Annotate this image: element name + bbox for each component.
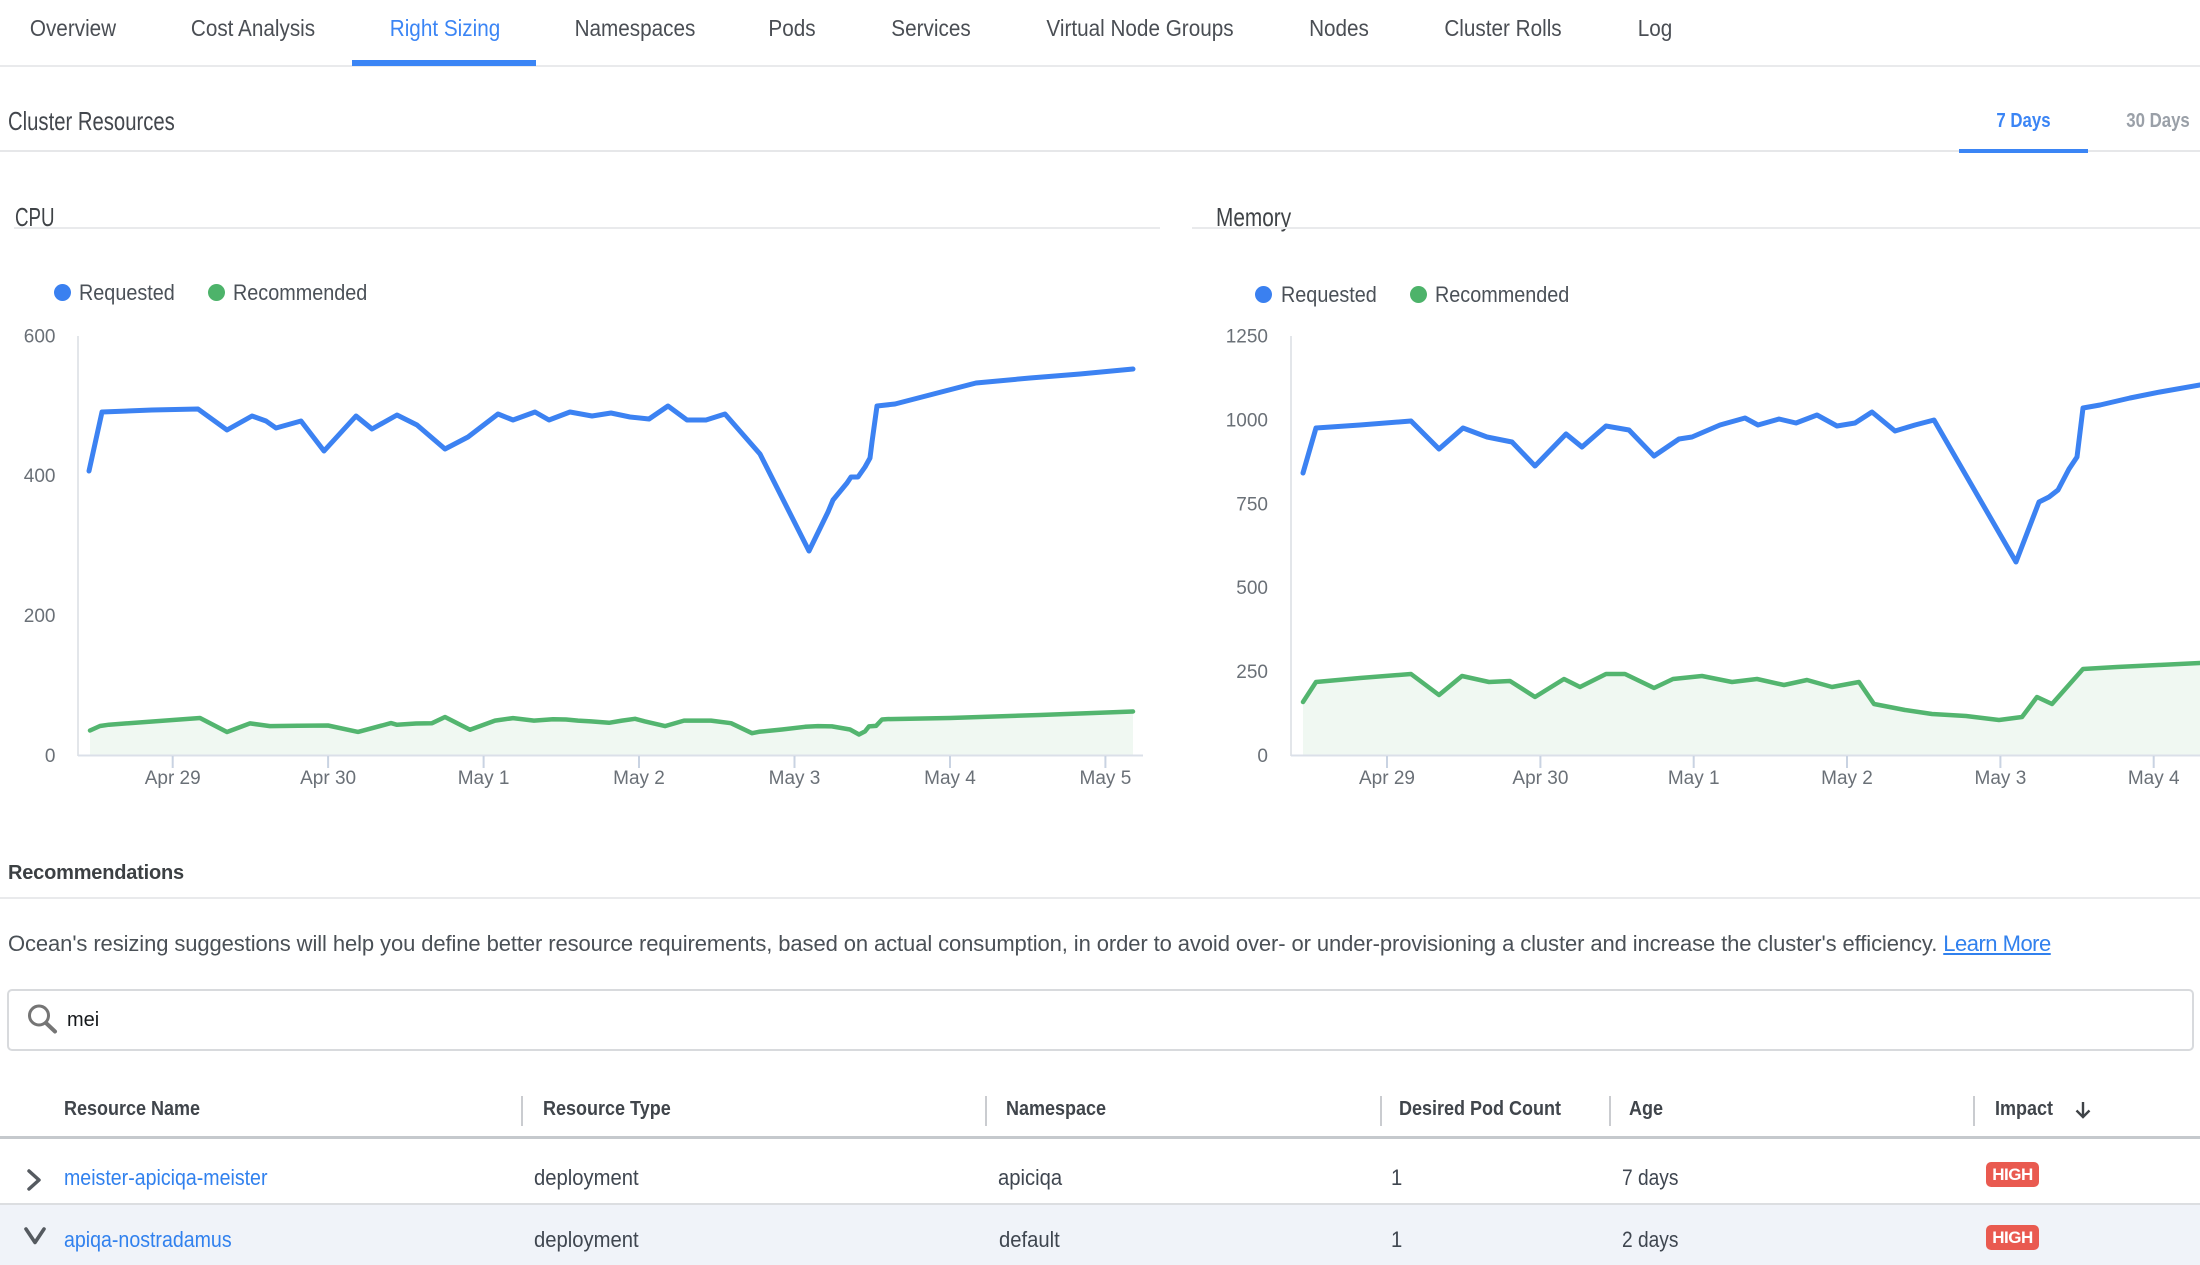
svg-text:200: 200 — [24, 606, 56, 627]
svg-text:May 5: May 5 — [1080, 768, 1132, 789]
svg-text:500: 500 — [1236, 578, 1268, 599]
svg-text:May 2: May 2 — [1821, 768, 1873, 789]
svg-text:May 3: May 3 — [769, 768, 821, 789]
svg-text:May 2: May 2 — [613, 768, 665, 789]
svg-text:750: 750 — [1236, 494, 1268, 515]
svg-text:400: 400 — [24, 466, 56, 487]
svg-text:250: 250 — [1236, 662, 1268, 683]
svg-text:Apr 30: Apr 30 — [1512, 768, 1568, 789]
svg-text:May 4: May 4 — [2128, 768, 2180, 789]
svg-text:May 3: May 3 — [1975, 768, 2027, 789]
svg-text:600: 600 — [24, 327, 56, 348]
svg-text:May 4: May 4 — [924, 768, 976, 789]
svg-text:Apr 29: Apr 29 — [145, 768, 201, 789]
svg-text:0: 0 — [1257, 746, 1268, 767]
svg-text:May 1: May 1 — [1668, 768, 1720, 789]
svg-text:1000: 1000 — [1226, 410, 1268, 431]
svg-text:1250: 1250 — [1226, 327, 1268, 348]
svg-text:Apr 30: Apr 30 — [300, 768, 356, 789]
svg-text:May 1: May 1 — [458, 768, 510, 789]
svg-text:Apr 29: Apr 29 — [1359, 768, 1415, 789]
svg-text:0: 0 — [45, 746, 56, 767]
